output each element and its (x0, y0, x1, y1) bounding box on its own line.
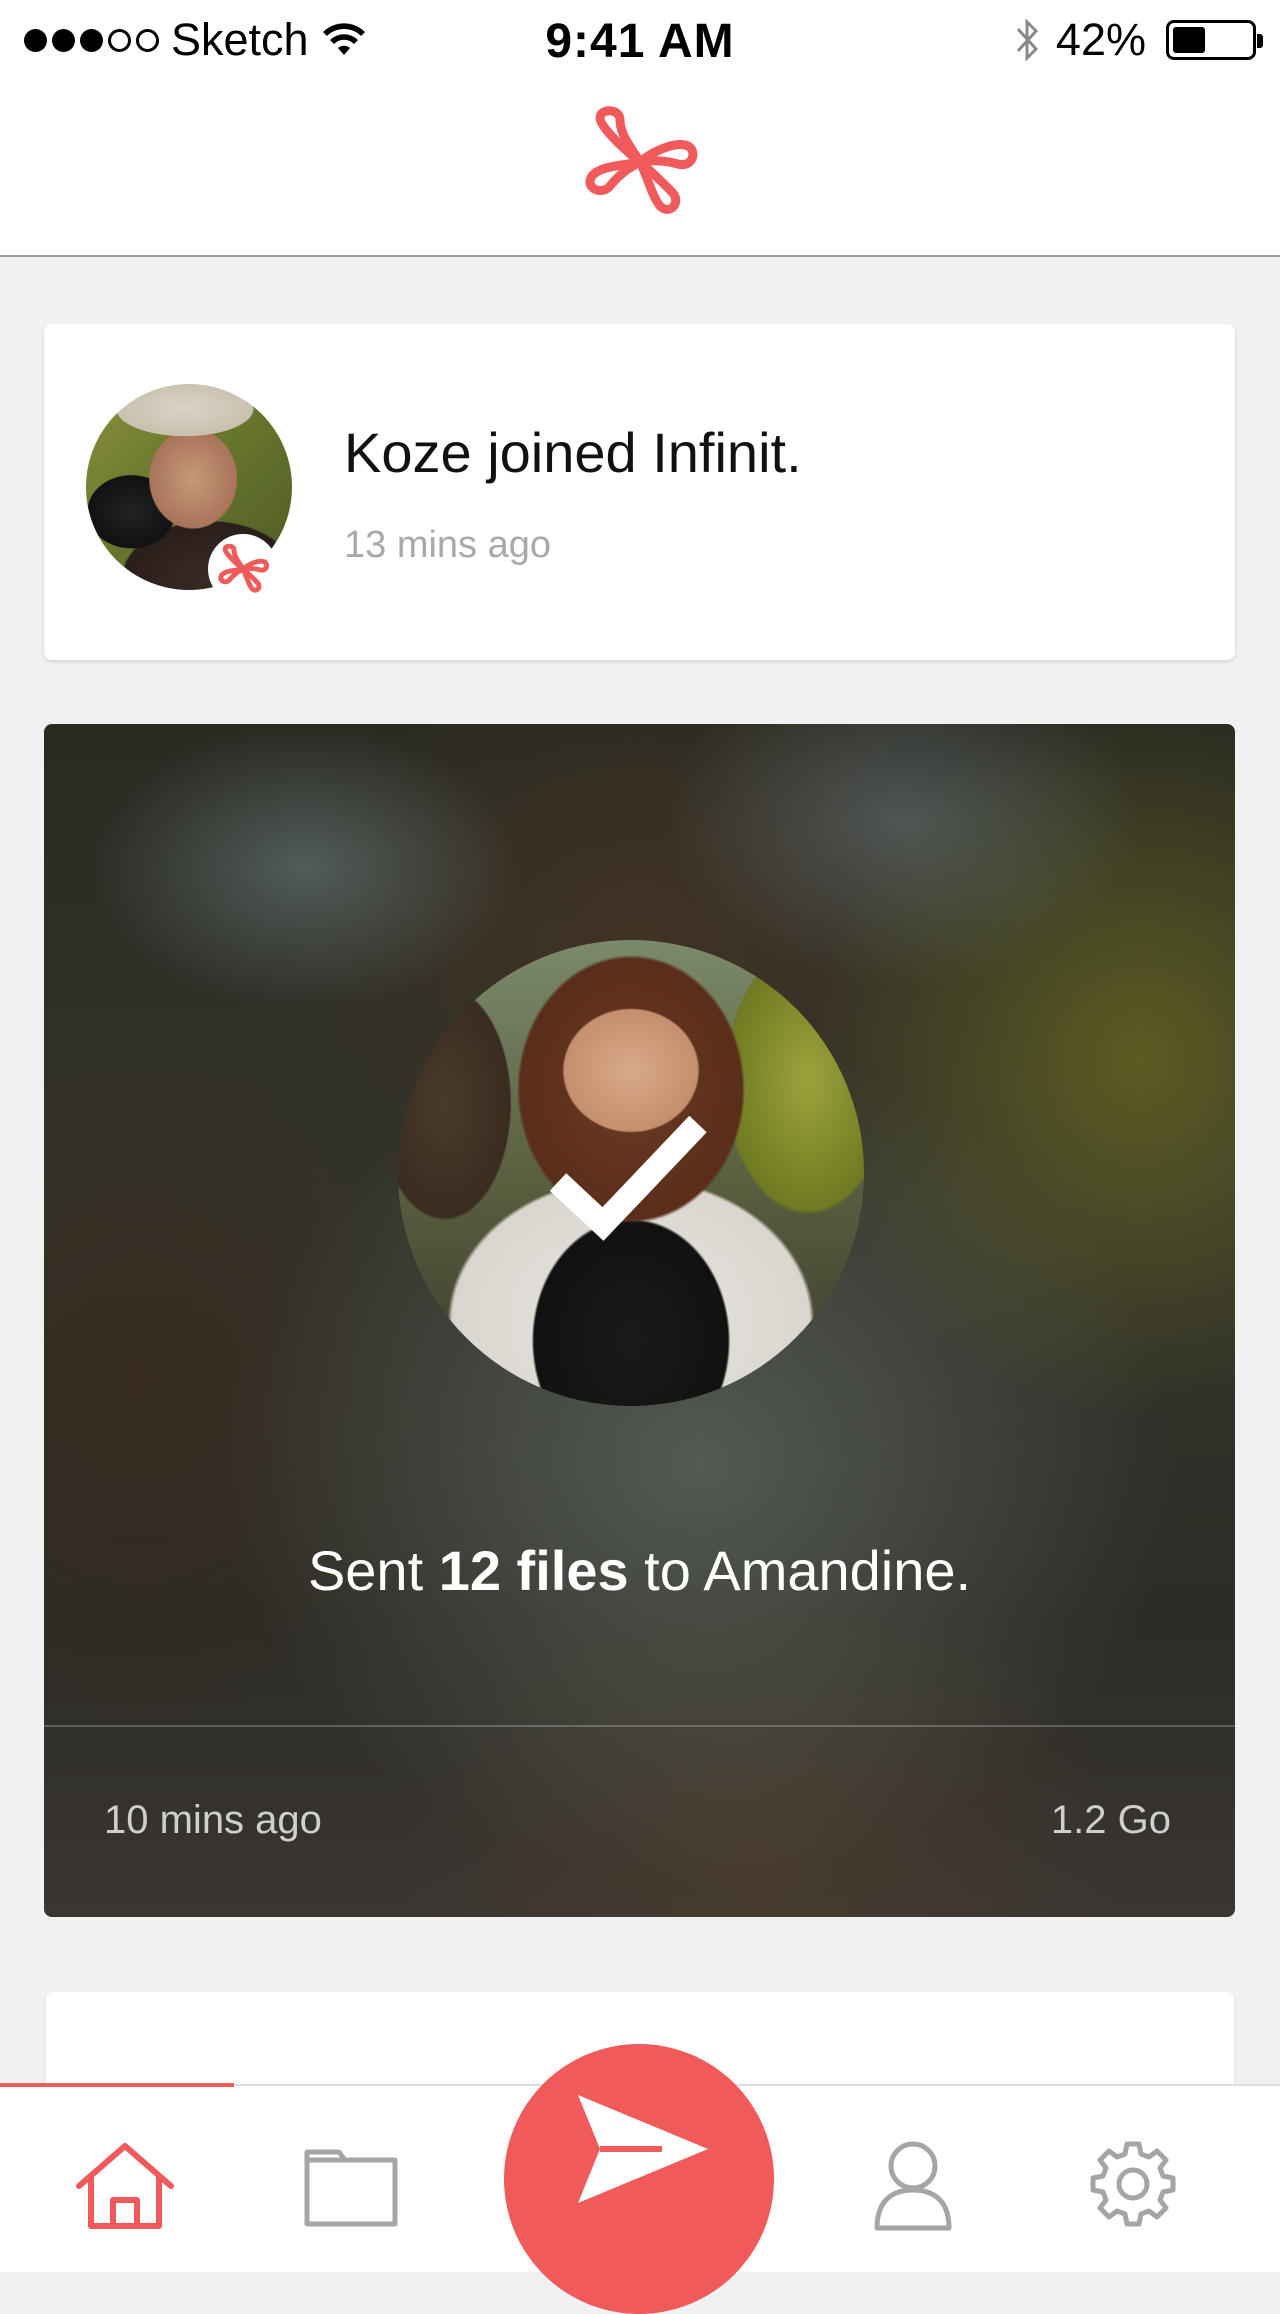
bluetooth-icon (1016, 18, 1038, 62)
active-tab-indicator (0, 2083, 234, 2087)
paper-plane-icon (578, 2095, 708, 2203)
infinit-badge-icon (208, 534, 278, 604)
send-button[interactable] (504, 2044, 774, 2314)
feed-item-timestamp: 10 mins ago (104, 1798, 322, 1842)
tab-home[interactable] (70, 2136, 180, 2236)
message-prefix: Sent (307, 1539, 439, 1602)
app-header (0, 80, 1280, 257)
status-right: 42% (1012, 14, 1263, 66)
infinit-logo-icon (585, 106, 698, 214)
battery-icon (1166, 20, 1263, 60)
message-suffix: to Amandine. (628, 1539, 972, 1602)
gear-icon (1090, 2141, 1176, 2227)
transfer-message: Sent 12 files to Amandine. (44, 1538, 1235, 1603)
user-icon (874, 2141, 952, 2231)
tab-profile[interactable] (858, 2136, 968, 2236)
folder-icon (304, 2149, 398, 2227)
feed-item-user-joined[interactable]: Koze joined Infinit. 13 mins ago (44, 324, 1235, 660)
home-icon (76, 2143, 174, 2229)
feed-item-timestamp: 13 mins ago (344, 524, 552, 566)
battery-percent: 42% (1055, 14, 1146, 65)
divider (44, 1725, 1235, 1727)
feed-item-title: Koze joined Infinit. (344, 421, 802, 484)
status-bar: Sketch 9:41 AM 42% (0, 0, 1280, 80)
tab-settings[interactable] (1078, 2136, 1188, 2236)
feed-item-transfer[interactable]: Sent 12 files to Amandine. 10 mins ago 1… (44, 724, 1235, 1917)
transfer-size: 1.2 Go (1050, 1798, 1171, 1842)
file-count: 12 files (438, 1539, 629, 1602)
tab-files[interactable] (296, 2136, 406, 2236)
checkmark-icon (549, 1115, 707, 1241)
